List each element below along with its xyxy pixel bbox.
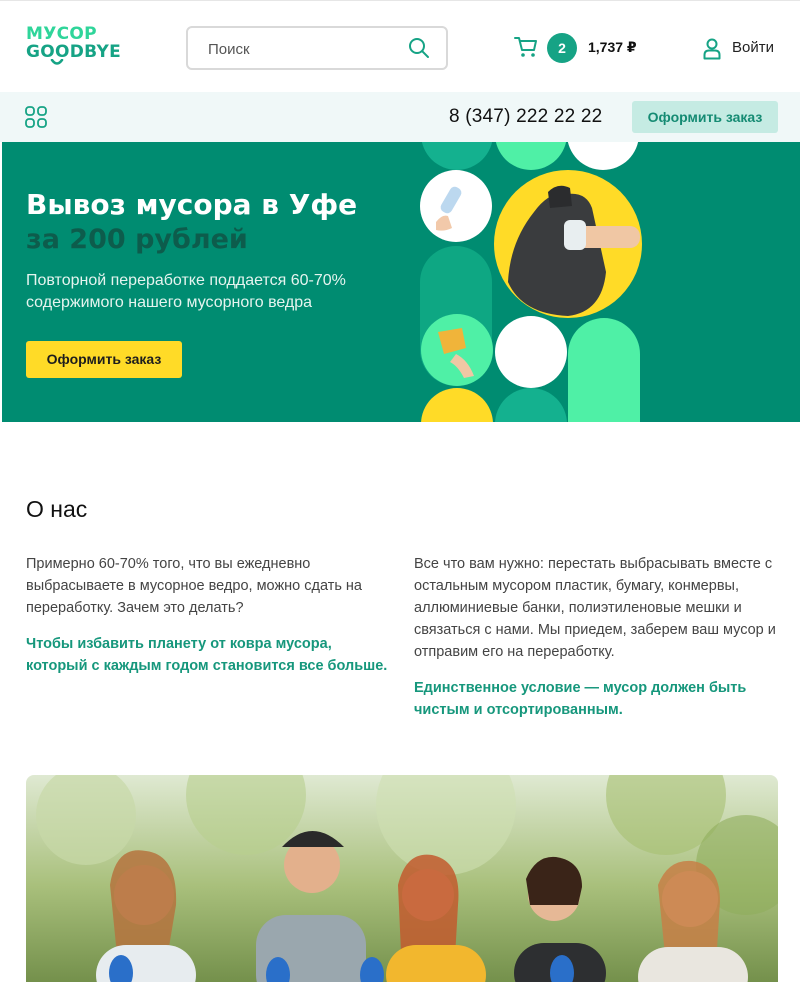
about-left-column: Примерно 60-70% того, что вы ежедневно в… <box>26 553 396 677</box>
phone-number[interactable]: 8 (347) 222 22 22 <box>449 106 602 128</box>
search-input[interactable] <box>208 39 398 59</box>
hero-title: Вывоз мусора в Уфе <box>26 188 358 221</box>
cart-count-badge[interactable]: 2 <box>547 33 577 63</box>
about-left-text: Примерно 60-70% того, что вы ежедневно в… <box>26 556 362 616</box>
sub-navigation-bar: 8 (347) 222 22 22 Оформить заказ <box>0 92 800 142</box>
about-right-highlight: Единственное условие — мусор должен быть… <box>414 680 747 718</box>
cart-icon[interactable] <box>514 36 538 63</box>
hero-order-button[interactable]: Оформить заказ <box>26 341 182 378</box>
user-icon <box>703 38 721 60</box>
about-title: О нас <box>26 496 88 522</box>
about-right-column: Все что вам нужно: перестать выбрасывать… <box>414 553 784 721</box>
logo-line1: МУСОР <box>26 24 97 44</box>
hero-description: Повторной переработке поддается 60-70% с… <box>26 272 346 311</box>
hero-subtitle: за 200 рублей <box>26 224 248 255</box>
search-box <box>186 26 448 70</box>
login-label: Войти <box>732 39 774 56</box>
cart-total[interactable]: 1,737 ₽ <box>588 39 637 56</box>
about-right-text: Все что вам нужно: перестать выбрасывать… <box>414 556 776 660</box>
search-icon[interactable] <box>408 37 430 64</box>
logo[interactable]: МУСОР GOODBYE <box>26 25 126 69</box>
catalog-grid-icon[interactable] <box>25 106 47 133</box>
logo-smile-icon <box>50 59 64 65</box>
logo-line2: GOODBYE <box>26 42 122 62</box>
order-button-header[interactable]: Оформить заказ <box>632 101 778 133</box>
login-button[interactable]: Войти <box>703 38 774 65</box>
volunteers-photo <box>26 775 778 982</box>
about-left-highlight: Чтобы избавить планету от ковра мусора, … <box>26 636 388 674</box>
hero-banner: Вывоз мусора в Уфе за 200 рублей Повторн… <box>2 142 800 422</box>
site-header: МУСОР GOODBYE 2 1,737 ₽ Войти <box>0 0 800 92</box>
